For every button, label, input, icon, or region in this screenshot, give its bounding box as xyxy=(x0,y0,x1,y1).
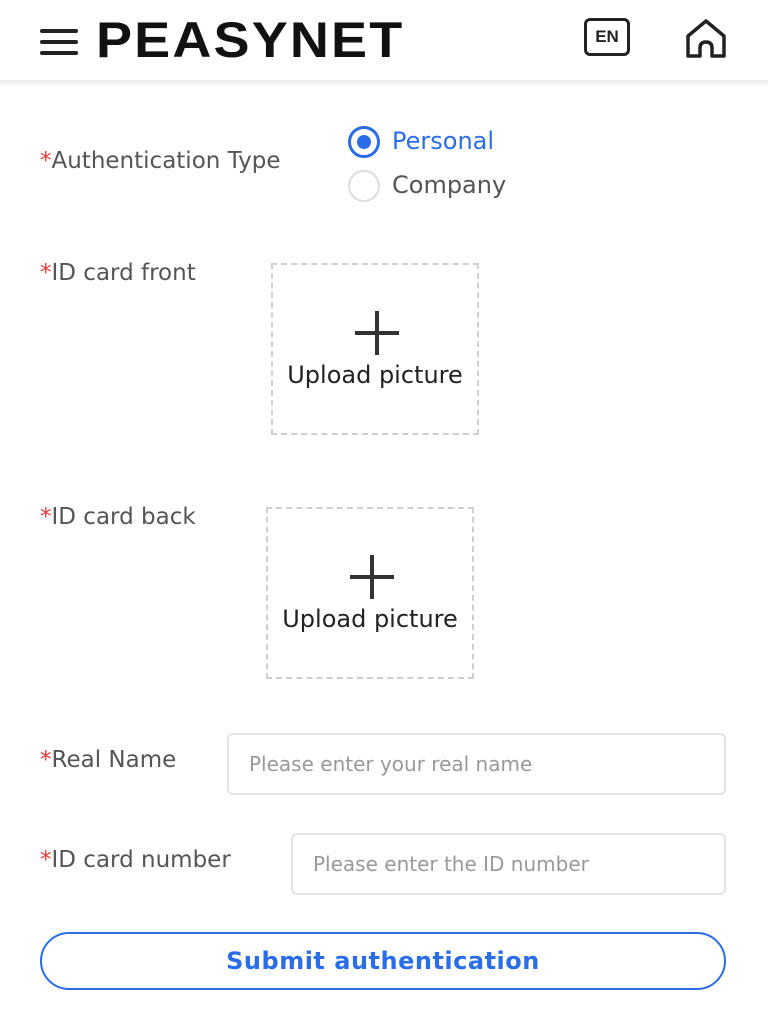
radio-checked-icon xyxy=(348,126,380,158)
id-number-label: *ID card number xyxy=(40,847,231,873)
upload-id-back[interactable]: Upload picture xyxy=(266,507,474,679)
plus-icon xyxy=(350,555,394,599)
brand-logo: PEASYNET xyxy=(96,12,405,68)
id-number-input[interactable] xyxy=(291,833,726,895)
upload-label: Upload picture xyxy=(287,361,463,389)
radio-personal-label: Personal xyxy=(392,127,495,155)
required-mark: * xyxy=(40,148,52,174)
language-button[interactable]: EN xyxy=(584,18,630,56)
upload-id-front[interactable]: Upload picture xyxy=(271,263,479,435)
radio-personal[interactable]: Personal xyxy=(348,124,548,158)
required-mark: * xyxy=(40,504,52,530)
hamburger-menu-icon[interactable] xyxy=(40,27,78,57)
auth-type-label: *Authentication Type xyxy=(40,148,281,174)
submit-authentication-button[interactable]: Submit authentication xyxy=(40,932,726,990)
home-icon[interactable] xyxy=(682,16,730,60)
id-front-label: *ID card front xyxy=(40,260,196,286)
radio-unchecked-icon xyxy=(348,170,380,202)
required-mark: * xyxy=(40,847,52,873)
radio-company-label: Company xyxy=(392,171,507,199)
real-name-label: *Real Name xyxy=(40,747,177,773)
header-divider xyxy=(0,80,768,86)
id-back-label: *ID card back xyxy=(40,504,196,530)
upload-label: Upload picture xyxy=(282,605,458,633)
required-mark: * xyxy=(40,260,52,286)
app-header: PEASYNET EN xyxy=(0,0,768,80)
plus-icon xyxy=(355,311,399,355)
real-name-input[interactable] xyxy=(227,733,726,795)
radio-company[interactable]: Company xyxy=(348,168,548,202)
required-mark: * xyxy=(40,747,52,773)
